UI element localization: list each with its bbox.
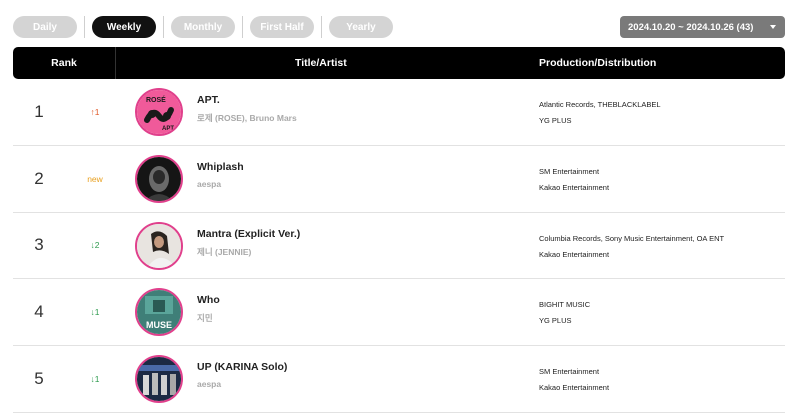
tab-monthly[interactable]: Monthly	[171, 16, 235, 38]
table-row[interactable]: 2 new Whiplash aespa SM Entertainment Ka…	[13, 146, 785, 213]
header-production: Production/Distribution	[539, 57, 657, 69]
tab-divider	[242, 16, 243, 38]
album-art[interactable]	[135, 355, 183, 404]
header-rank: Rank	[51, 57, 77, 69]
album-art[interactable]: ROSÉ APT	[135, 88, 183, 136]
header-title-artist: Title/Artist	[295, 57, 347, 69]
table-row[interactable]: 1 ↑1 ROSÉ APT APT. 로제 (ROSE), Bruno Mars…	[13, 79, 785, 146]
song-title[interactable]: Whiplash	[197, 161, 244, 173]
rank-number: 4	[34, 302, 44, 322]
album-art-text: APT	[162, 126, 174, 132]
rank-number: 5	[34, 369, 44, 389]
album-art-text: ROSÉ	[146, 95, 166, 104]
date-range-select[interactable]: 2024.10.20 ~ 2024.10.26 (43)	[620, 16, 785, 38]
production-label: SM Entertainment	[539, 367, 600, 377]
distribution-label: Kakao Entertainment	[539, 182, 610, 192]
header-divider	[115, 47, 116, 79]
period-tabs: Daily Weekly Monthly First Half Yearly	[13, 16, 393, 38]
artist-name[interactable]: 지민	[197, 312, 213, 324]
rank-number: 2	[34, 168, 44, 188]
tab-first-half[interactable]: First Half	[250, 16, 314, 38]
album-art-text: MUSE	[146, 320, 172, 330]
song-title[interactable]: Who	[197, 294, 220, 306]
rank-change: ↓2	[90, 240, 100, 251]
rank-change: ↓1	[90, 307, 100, 318]
rank-number: 1	[34, 101, 44, 121]
album-art[interactable]	[135, 154, 183, 203]
artist-name[interactable]: 제니 (JENNIE)	[197, 246, 251, 258]
tab-yearly[interactable]: Yearly	[329, 16, 393, 38]
tab-divider	[84, 16, 85, 38]
date-range-label: 2024.10.20 ~ 2024.10.26 (43)	[628, 21, 754, 33]
rank-change: new	[87, 173, 103, 184]
distribution-label: Kakao Entertainment	[539, 383, 610, 393]
table-row[interactable]: 5 ↓1 UP (KARINA Solo) aespa SM Entertain…	[13, 346, 785, 413]
album-art[interactable]: MUSE	[135, 288, 183, 337]
distribution-label: Kakao Entertainment	[539, 249, 610, 259]
album-art[interactable]	[135, 221, 183, 270]
rank-change: ↓1	[90, 374, 100, 385]
tab-daily[interactable]: Daily	[13, 16, 77, 38]
artist-name[interactable]: aespa	[197, 379, 221, 389]
tab-divider	[321, 16, 322, 38]
distribution-label: YG PLUS	[539, 316, 572, 326]
production-label: SM Entertainment	[539, 166, 600, 176]
distribution-label: YG PLUS	[539, 116, 572, 125]
table-row[interactable]: 4 ↓1 MUSE Who 지민 BIGHIT MUSIC YG PLUS	[13, 279, 785, 347]
rank-number: 3	[34, 235, 44, 255]
tab-divider	[163, 16, 164, 38]
artist-name[interactable]: aespa	[197, 179, 221, 189]
caret-down-icon	[770, 25, 776, 29]
tab-weekly[interactable]: Weekly	[92, 16, 156, 38]
artist-name[interactable]: 로제 (ROSE), Bruno Mars	[197, 112, 297, 124]
song-title[interactable]: UP (KARINA Solo)	[197, 361, 287, 373]
chart-table: 1 ↑1 ROSÉ APT APT. 로제 (ROSE), Bruno Mars…	[13, 79, 785, 413]
song-title[interactable]: APT.	[197, 94, 220, 106]
production-label: Atlantic Records, THEBLACKLABEL	[539, 100, 661, 109]
rank-change: ↑1	[90, 106, 100, 117]
song-title[interactable]: Mantra (Explicit Ver.)	[197, 228, 300, 240]
table-header: Rank Title/Artist Production/Distributio…	[13, 47, 785, 79]
production-label: Columbia Records, Sony Music Entertainme…	[539, 233, 725, 243]
production-label: BIGHIT MUSIC	[539, 300, 591, 310]
table-row[interactable]: 3 ↓2 Mantra (Explicit Ver.) 제니 (JENNIE) …	[13, 213, 785, 280]
